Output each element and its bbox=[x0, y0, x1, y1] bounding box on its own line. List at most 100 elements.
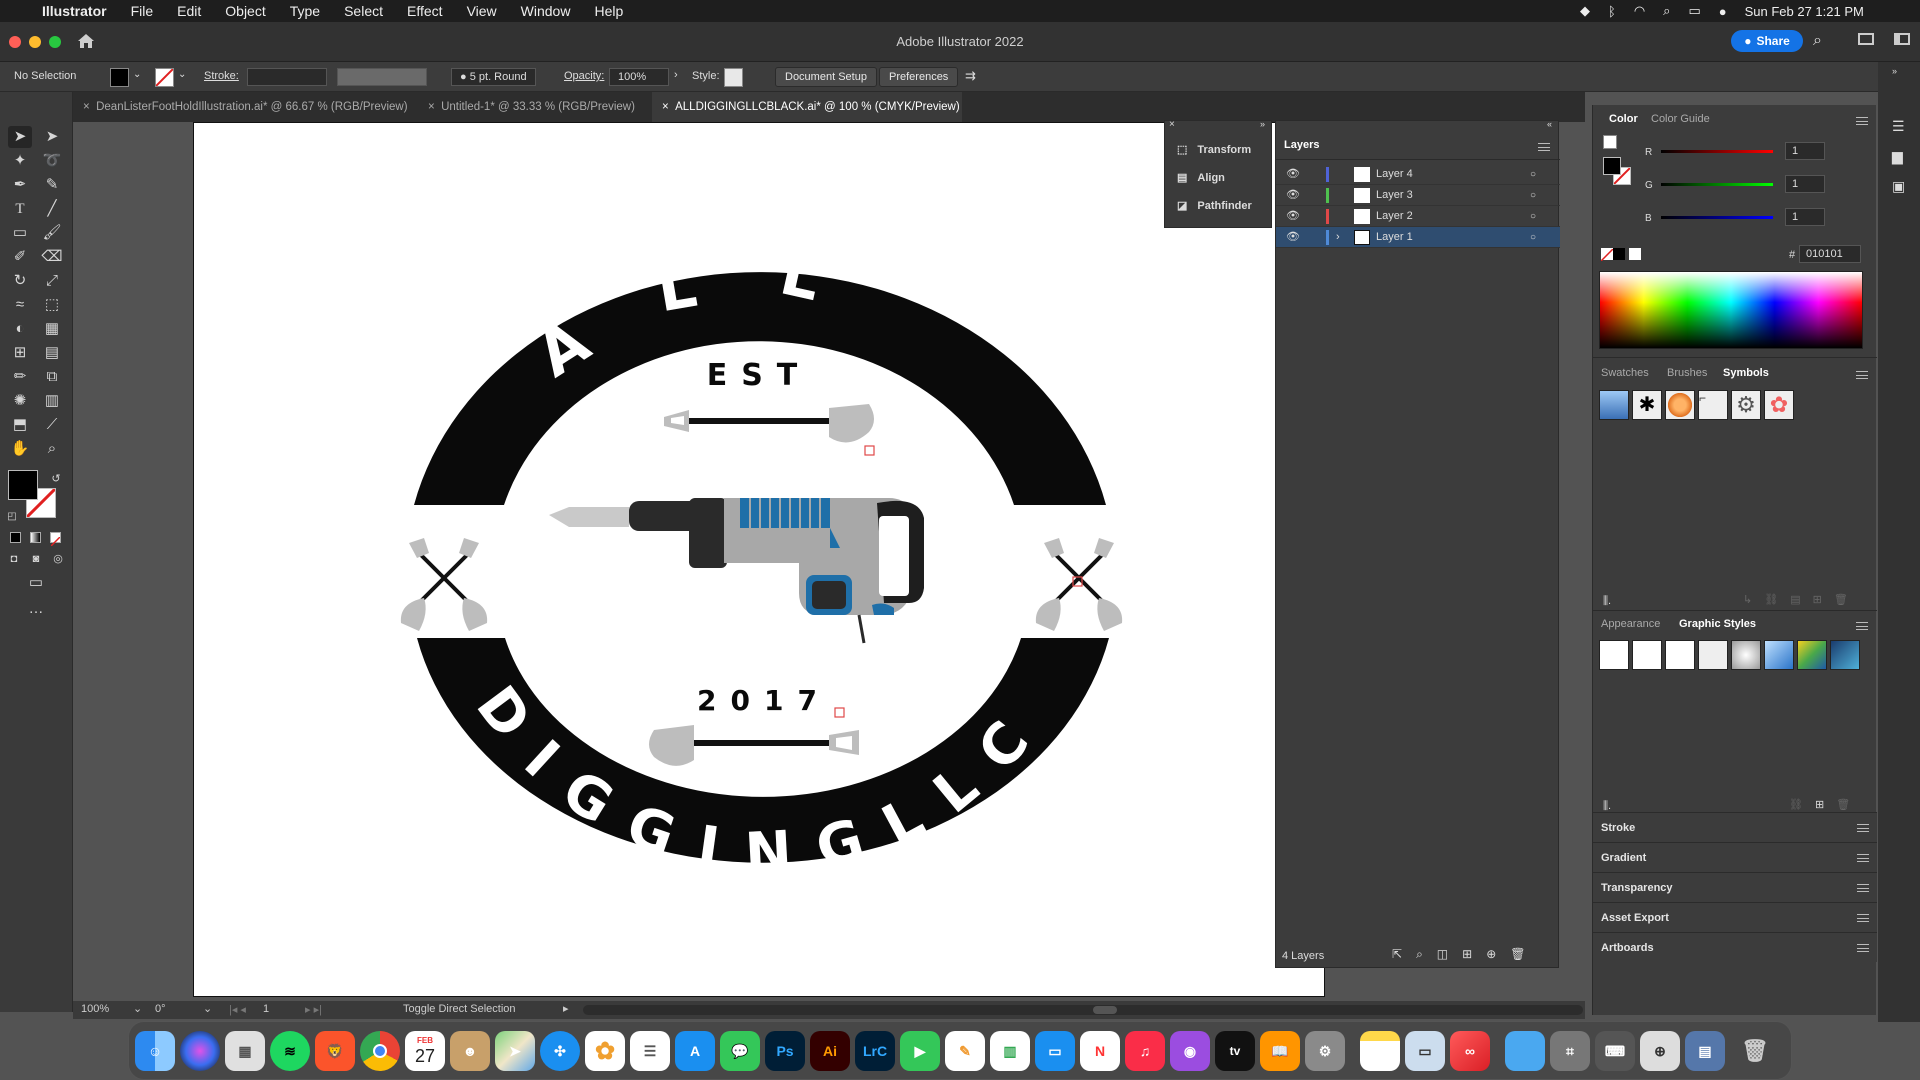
slice-tool-icon[interactable]: ⟋ bbox=[40, 414, 64, 436]
locate-object-icon[interactable]: ⌕ bbox=[1416, 947, 1423, 962]
stroke-weight-stepper[interactable] bbox=[247, 68, 327, 86]
graphic-style-2[interactable] bbox=[1632, 640, 1662, 670]
keyboard-viewer-icon[interactable]: ⌨ bbox=[1595, 1031, 1635, 1071]
visibility-eye-icon[interactable]: 👁 bbox=[1286, 227, 1300, 248]
magic-wand-tool-icon[interactable]: ✦ bbox=[8, 150, 32, 172]
wifi-icon[interactable]: ◠ bbox=[1634, 3, 1645, 19]
layer-row-2[interactable]: 👁 Layer 2 ○ bbox=[1276, 206, 1560, 227]
bluetooth-icon[interactable]: ᛒ bbox=[1608, 4, 1616, 19]
clipping-mask-icon[interactable]: ◫ bbox=[1437, 947, 1448, 962]
layers-panel-collapse-icon[interactable]: « bbox=[1547, 119, 1552, 129]
line-tool-icon[interactable]: ╱ bbox=[40, 198, 64, 220]
launchpad-icon[interactable]: ▦ bbox=[225, 1031, 265, 1071]
siri-menubar-icon[interactable]: ● bbox=[1719, 4, 1727, 19]
break-style-link-icon[interactable]: ⛓ bbox=[1789, 798, 1803, 811]
share-button[interactable]: ● Share bbox=[1731, 30, 1803, 52]
reminders-icon[interactable]: ☰ bbox=[630, 1031, 670, 1071]
opacity-label[interactable]: Opacity: bbox=[564, 70, 604, 82]
new-sublayer-icon[interactable]: ⊞ bbox=[1462, 947, 1472, 962]
search-icon[interactable]: ⌕ bbox=[1813, 32, 1822, 50]
delete-layer-icon[interactable]: 🗑 bbox=[1510, 947, 1525, 962]
layer-row-4[interactable]: 👁 Layer 4 ○ bbox=[1276, 164, 1560, 185]
layer-name[interactable]: Layer 1 bbox=[1376, 227, 1413, 248]
layer-name[interactable]: Layer 3 bbox=[1376, 185, 1413, 206]
symbol-swatch-gear[interactable]: ⚙ bbox=[1731, 390, 1761, 420]
contacts-icon[interactable]: ☻ bbox=[450, 1031, 490, 1071]
menu-type[interactable]: Type bbox=[278, 3, 332, 19]
status-menu-arrow-icon[interactable]: ▸ bbox=[563, 1002, 569, 1015]
target-circle-icon[interactable]: ○ bbox=[1530, 164, 1536, 185]
opacity-arrow-icon[interactable]: › bbox=[674, 69, 678, 81]
messages-icon[interactable]: 💬 bbox=[720, 1031, 760, 1071]
facetime-icon[interactable]: ▶ bbox=[900, 1031, 940, 1071]
rotation-value[interactable]: 0° bbox=[155, 1003, 166, 1015]
scale-tool-icon[interactable]: ⤢ bbox=[40, 270, 64, 292]
horizontal-scrollbar-thumb[interactable] bbox=[1093, 1006, 1117, 1014]
hex-input[interactable]: 010101 bbox=[1799, 245, 1861, 263]
preview-icon[interactable]: ▭ bbox=[1405, 1031, 1445, 1071]
tab-appearance[interactable]: Appearance bbox=[1601, 618, 1660, 630]
photos-icon[interactable]: ✿ bbox=[585, 1031, 625, 1071]
align-panel-button[interactable]: ▤ Align bbox=[1177, 171, 1225, 185]
illustrator-icon[interactable]: Ai bbox=[810, 1031, 850, 1071]
b-slider[interactable] bbox=[1661, 216, 1773, 219]
eyedropper-tool-icon[interactable]: ✏ bbox=[8, 366, 32, 388]
numbers-icon[interactable]: ▥ bbox=[990, 1031, 1030, 1071]
notes-icon[interactable] bbox=[1360, 1031, 1400, 1071]
stroke-dropdown-chevron-icon[interactable]: ⌄ bbox=[178, 69, 186, 80]
screenshot-icon[interactable]: ⌗ bbox=[1550, 1031, 1590, 1071]
symbol-swatch-splat[interactable]: ✱ bbox=[1632, 390, 1662, 420]
symbol-sprayer-tool-icon[interactable]: ✺ bbox=[8, 390, 32, 412]
expand-layer-chevron-icon[interactable]: › bbox=[1336, 227, 1340, 248]
properties-icon[interactable]: ☰ bbox=[1892, 118, 1905, 135]
strip-collapse-icon[interactable]: » bbox=[1892, 66, 1897, 76]
siri-icon[interactable] bbox=[180, 1031, 220, 1071]
menu-help[interactable]: Help bbox=[582, 3, 635, 19]
graphic-style-8[interactable] bbox=[1830, 640, 1860, 670]
utility-icon[interactable]: ▤ bbox=[1685, 1031, 1725, 1071]
tab-alldigging-active[interactable]: × ALLDIGGINGLLCBLACK.ai* @ 100 % (CMYK/P… bbox=[652, 92, 962, 122]
graphic-style-6[interactable] bbox=[1764, 640, 1794, 670]
default-fill-stroke-icon[interactable]: ◰ bbox=[0, 506, 24, 528]
workspace-switcher-icon[interactable] bbox=[1894, 33, 1910, 45]
transform-panel-button[interactable]: ⬚ Transform bbox=[1177, 143, 1251, 157]
trash-icon[interactable]: 🗑 bbox=[1735, 1031, 1775, 1071]
layers-panel-title[interactable]: Layers bbox=[1284, 139, 1319, 151]
b-input[interactable]: 1 bbox=[1785, 208, 1825, 226]
target-circle-icon[interactable]: ○ bbox=[1530, 227, 1536, 248]
visibility-eye-icon[interactable]: 👁 bbox=[1286, 164, 1300, 185]
gradient-mode-icon[interactable] bbox=[30, 532, 41, 543]
zoom-window-button[interactable] bbox=[49, 36, 61, 48]
artboard-nav-next-icon[interactable]: ▸ ▸| bbox=[305, 1003, 322, 1016]
layers-panel-menu-icon[interactable] bbox=[1538, 143, 1550, 151]
arrange-documents-icon[interactable] bbox=[1858, 33, 1874, 45]
transparency-panel-header[interactable]: Transparency bbox=[1593, 872, 1877, 902]
floating-panel-collapse-icon[interactable]: » bbox=[1260, 119, 1265, 129]
creative-cloud-icon[interactable]: ∞ bbox=[1450, 1031, 1490, 1071]
delete-graphic-style-icon[interactable]: 🗑 bbox=[1836, 798, 1850, 811]
mesh-tool-icon[interactable]: ⊞ bbox=[8, 342, 32, 364]
lightroom-classic-icon[interactable]: LrC bbox=[855, 1031, 895, 1071]
hand-tool-icon[interactable]: ✋ bbox=[8, 438, 32, 460]
artboards-panel-header[interactable]: Artboards bbox=[1593, 932, 1877, 962]
folder-icon[interactable] bbox=[1505, 1031, 1545, 1071]
symbol-options-icon[interactable]: ▤ bbox=[1790, 593, 1800, 606]
layer-name[interactable]: Layer 4 bbox=[1376, 164, 1413, 185]
horizontal-scrollbar[interactable] bbox=[583, 1005, 1583, 1015]
new-symbol-icon[interactable]: ⊞ bbox=[1813, 593, 1822, 606]
warp-tool-icon[interactable]: ≈ bbox=[8, 294, 32, 316]
rotation-dropdown-chevron-icon[interactable]: ⌄ bbox=[203, 1002, 212, 1015]
draw-inside-icon[interactable]: ◎ bbox=[46, 548, 70, 570]
spotify-icon[interactable]: ≋ bbox=[270, 1031, 310, 1071]
paintbrush-tool-icon[interactable]: 🖌 bbox=[40, 222, 64, 244]
comments-icon[interactable]: ▆ bbox=[1892, 148, 1903, 165]
tab-close-icon[interactable]: × bbox=[83, 101, 96, 113]
graphic-style-default[interactable] bbox=[1599, 640, 1629, 670]
fill-color-box[interactable] bbox=[8, 470, 38, 500]
menu-select[interactable]: Select bbox=[332, 3, 395, 19]
graphic-style-swatch[interactable] bbox=[724, 68, 743, 87]
tab-graphic-styles[interactable]: Graphic Styles bbox=[1679, 618, 1756, 630]
shape-builder-tool-icon[interactable]: ◐ bbox=[8, 318, 32, 340]
transparency-panel-menu-icon[interactable] bbox=[1857, 884, 1869, 892]
system-preferences-icon[interactable]: ⚙ bbox=[1305, 1031, 1345, 1071]
